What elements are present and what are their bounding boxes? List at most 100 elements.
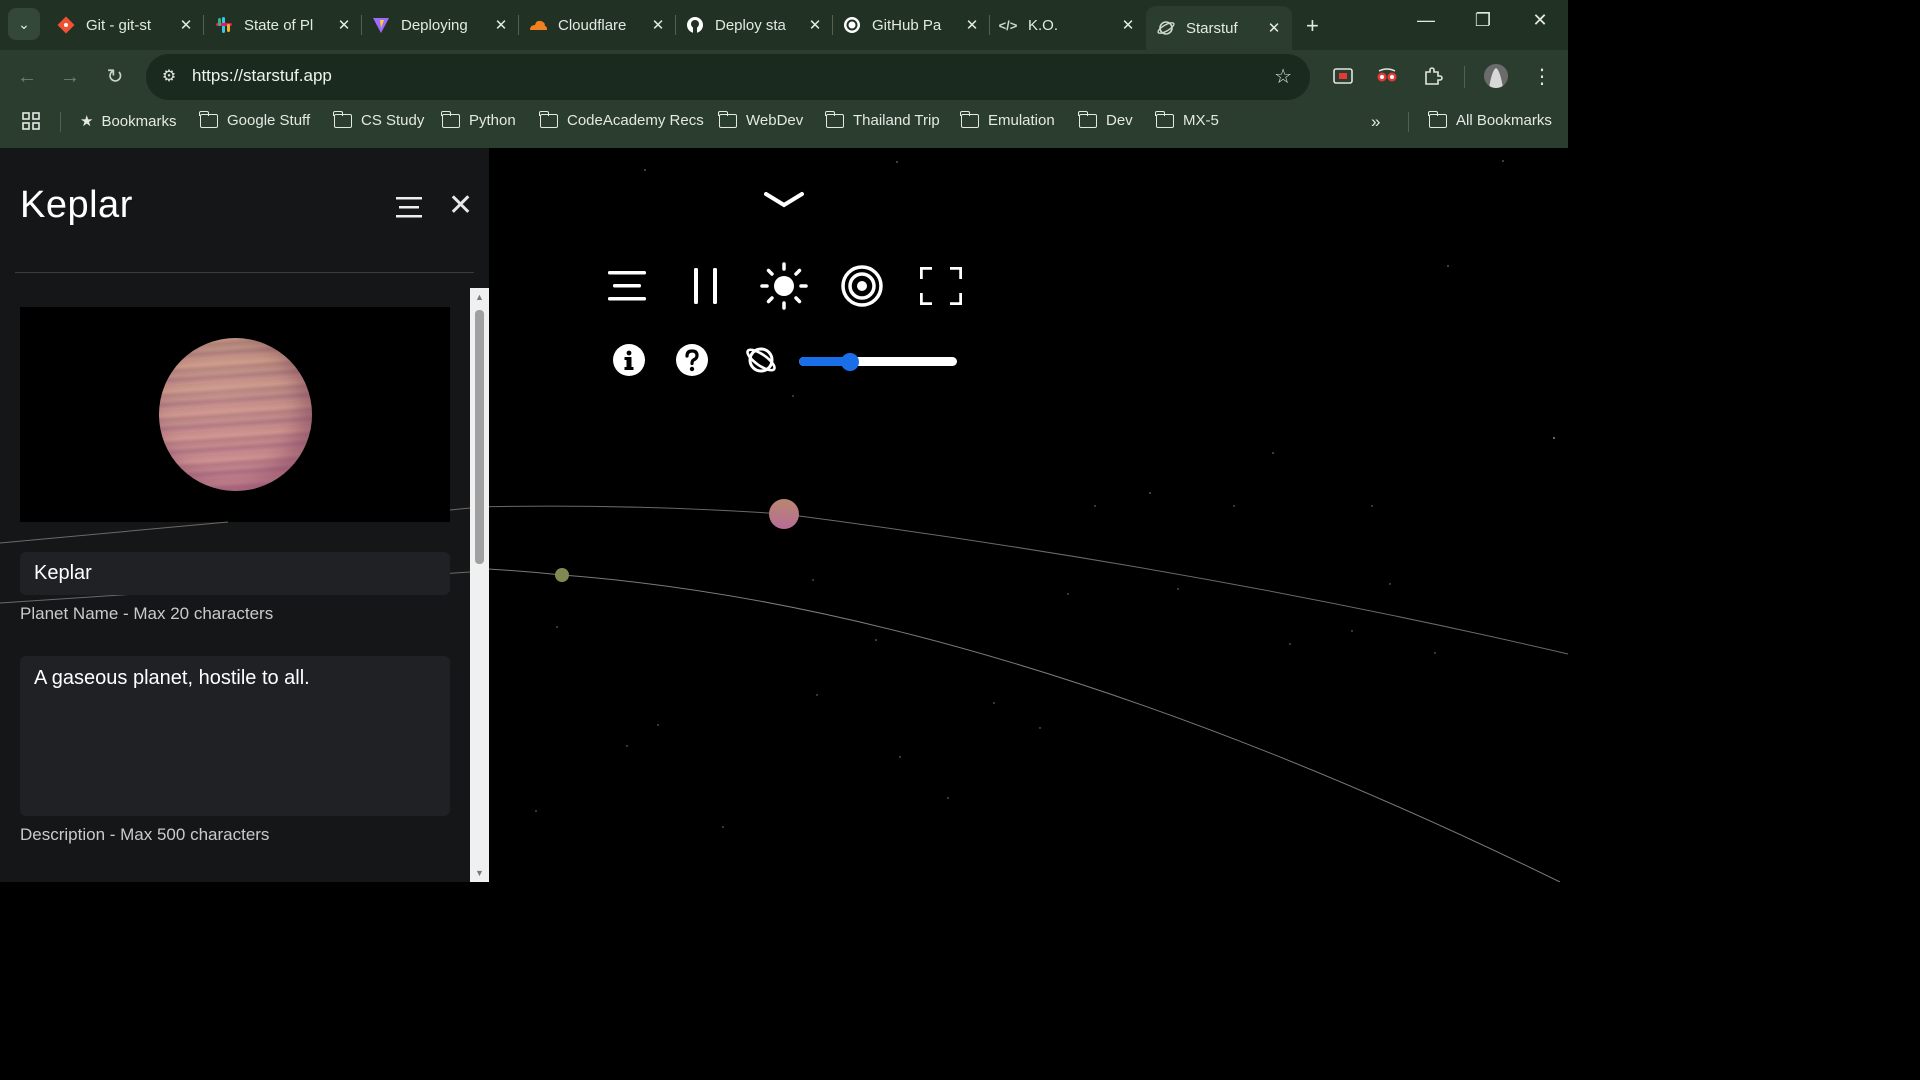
small-planet[interactable] [555, 568, 569, 582]
starfield [535, 160, 1555, 828]
tab-slack[interactable]: State of Pl ✕ [214, 6, 362, 44]
browser-chrome: ⌄ Git - git-st ✕ State of Pl ✕ Deploying… [0, 0, 1568, 148]
tab-github-pages[interactable]: GitHub Pa ✕ [842, 6, 990, 44]
bookmark-folder[interactable]: MX-5 [1155, 110, 1219, 129]
info-icon[interactable] [612, 343, 646, 377]
bookmark-star-icon[interactable]: ☆ [1274, 64, 1292, 89]
tab-label: K.O. [1028, 16, 1059, 34]
slack-icon [214, 15, 234, 35]
tab-starstuf[interactable]: Starstuf ✕ [1146, 6, 1292, 50]
close-tab-icon[interactable]: ✕ [805, 16, 825, 34]
tab-label: Deploy sta [715, 16, 786, 34]
bookmark-folder[interactable]: WebDev [718, 110, 803, 129]
all-bookmarks-button[interactable]: All Bookmarks [1428, 110, 1552, 129]
target-icon[interactable] [840, 264, 884, 308]
close-tab-icon[interactable]: ✕ [334, 16, 354, 34]
bookmark-folder[interactable]: Dev [1078, 110, 1133, 129]
forward-icon[interactable]: → [57, 64, 83, 90]
folder-icon [199, 110, 218, 128]
tab-git[interactable]: Git - git-st ✕ [56, 6, 204, 44]
close-tab-icon[interactable]: ✕ [491, 16, 511, 34]
close-tab-icon[interactable]: ✕ [962, 16, 982, 34]
tab-vite[interactable]: Deploying ✕ [371, 6, 519, 44]
scroll-down-arrow-icon[interactable]: ▼ [473, 868, 486, 878]
tab-search-button[interactable]: ⌄ [8, 8, 40, 40]
planet-name-input[interactable]: Keplar [20, 552, 450, 595]
tab-label: State of Pl [244, 16, 314, 34]
folder-icon [718, 110, 737, 128]
tab-label: Starstuf [1186, 19, 1238, 37]
tab-label: GitHub Pa [872, 16, 942, 34]
bookmark-folder[interactable]: Python [441, 110, 516, 129]
sun-icon[interactable] [760, 262, 808, 310]
speed-slider[interactable] [799, 353, 957, 371]
close-tab-icon[interactable]: ✕ [1264, 19, 1284, 37]
collapse-chevron-icon[interactable] [764, 188, 804, 212]
restore-icon[interactable]: ❐ [1463, 10, 1503, 31]
url-text: https://starstuf.app [192, 66, 332, 85]
menu-icon[interactable] [607, 266, 647, 306]
folder-icon [1428, 110, 1447, 128]
close-tab-icon[interactable]: ✕ [176, 16, 196, 34]
profile-avatar[interactable] [1484, 64, 1508, 88]
description-hint: Description - Max 500 characters [20, 825, 270, 844]
folder-icon [960, 110, 979, 128]
folder-icon [441, 110, 460, 128]
folder-icon [539, 110, 558, 128]
help-icon[interactable] [675, 343, 709, 377]
starstuf-icon [1156, 18, 1176, 38]
folder-icon [1155, 110, 1174, 128]
vite-icon [371, 15, 391, 35]
new-tab-button[interactable]: + [1306, 13, 1319, 39]
scrollbar-thumb[interactable] [475, 310, 484, 564]
fullscreen-icon[interactable] [919, 266, 963, 306]
bookmark-folder[interactable]: Google Stuff [199, 110, 310, 129]
bookmark-folder[interactable]: CodeAcademy Recs [539, 110, 704, 129]
chrome-menu-icon[interactable]: ⋮ [1530, 64, 1554, 88]
planet-detail-panel: Keplar ✕ Keplar Planet Name - Max 20 cha… [0, 148, 489, 882]
tab-label: Git - git-st [86, 16, 152, 34]
github-icon [685, 15, 705, 35]
folder-icon [1078, 110, 1097, 128]
bookmark-folder[interactable]: Emulation [960, 110, 1055, 129]
bookmark-folder[interactable]: Thailand Trip [825, 110, 940, 129]
planet-icon[interactable] [744, 343, 778, 377]
close-tab-icon[interactable]: ✕ [1118, 16, 1138, 34]
description-textarea[interactable]: A gaseous planet, hostile to all. [20, 656, 450, 816]
back-icon[interactable]: ← [14, 64, 40, 90]
slider-knob[interactable] [840, 353, 859, 371]
apps-grid-icon[interactable] [22, 112, 40, 130]
panel-scrollbar[interactable]: ▲ ▼ [470, 288, 489, 882]
tab-label: Deploying [401, 16, 468, 34]
close-tab-icon[interactable]: ✕ [648, 16, 668, 34]
git-icon [56, 15, 76, 35]
code-icon: </> [998, 17, 1018, 33]
minimize-icon[interactable]: — [1406, 10, 1446, 31]
bookmarks-overflow-button[interactable]: » [1371, 112, 1380, 132]
bookmark-folder[interactable]: CS Study [333, 110, 424, 129]
address-bar[interactable]: ⚙ https://starstuf.app ☆ [146, 54, 1310, 100]
bookmark-bookmarks[interactable]: ★ Bookmarks [80, 112, 176, 131]
site-info-icon[interactable]: ⚙ [158, 66, 180, 88]
scroll-up-arrow-icon[interactable]: ▲ [473, 292, 486, 302]
glasses-extension-icon[interactable] [1375, 64, 1399, 88]
extensions-puzzle-icon[interactable] [1421, 64, 1445, 88]
openai-icon [842, 15, 862, 35]
folder-icon [333, 110, 352, 128]
keplar-planet[interactable] [769, 499, 799, 529]
tab-github[interactable]: Deploy sta ✕ [685, 6, 833, 44]
screen-record-extension-icon[interactable] [1331, 64, 1355, 88]
tab-ko[interactable]: </> K.O. ✕ [998, 6, 1138, 44]
pause-icon[interactable] [686, 266, 726, 306]
folder-icon [825, 110, 844, 128]
bookmarks-bar: ★ Bookmarks Google Stuff CS Study Python … [0, 104, 1568, 140]
tab-label: Cloudflare [558, 16, 627, 34]
star-icon: ★ [80, 113, 94, 130]
reload-icon[interactable]: ↻ [102, 64, 128, 90]
tab-cloudflare[interactable]: Cloudflare ✕ [528, 6, 676, 44]
toolbar: ← → ↻ ⚙ https://starstuf.app ☆ ⋮ [0, 50, 1568, 104]
starstuf-app: Keplar ✕ Keplar Planet Name - Max 20 cha… [0, 148, 1568, 882]
close-window-icon[interactable]: ✕ [1520, 10, 1560, 31]
tab-strip: ⌄ Git - git-st ✕ State of Pl ✕ Deploying… [0, 0, 1568, 50]
planet-name-hint: Planet Name - Max 20 characters [20, 604, 274, 623]
